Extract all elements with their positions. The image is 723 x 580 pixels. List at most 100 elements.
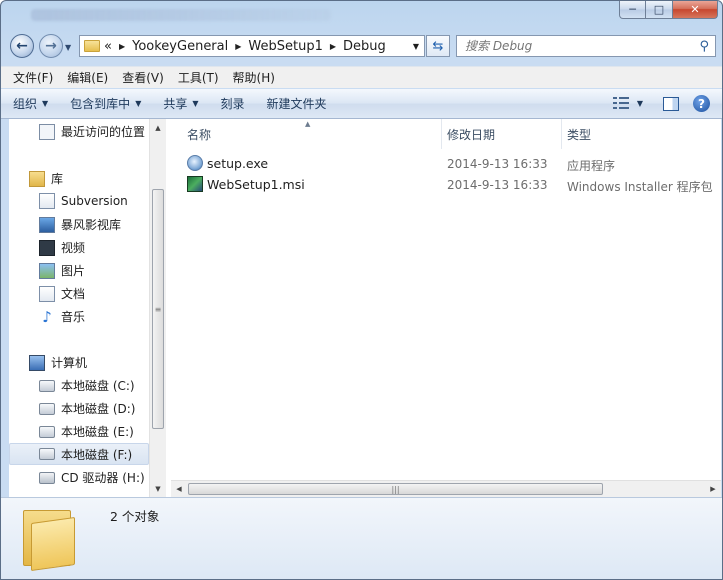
menu-view[interactable]: 查看(V) [122,69,164,86]
scroll-left-icon[interactable]: ◀ [171,481,187,497]
explorer-window: ─ □ ✕ ← → ▼ « ▶ YookeyGeneral ▶ WebSetup… [0,0,723,580]
column-header-label: 名称 [187,127,212,142]
column-header-name[interactable]: 名称 [187,119,437,149]
burn-button[interactable]: 刻录 [221,95,245,112]
address-dropdown-icon[interactable]: ▼ [413,42,419,51]
breadcrumb: « ▶ YookeyGeneral ▶ WebSetup1 ▶ Debug [104,39,386,54]
share-label: 共享 [163,97,188,111]
file-name-cell: WebSetup1.msi [187,176,305,192]
file-row[interactable]: setup.exe 2014-9-13 16:33 应用程序 [171,154,721,174]
menu-tools[interactable]: 工具(T) [178,69,219,86]
file-modified: 2014-9-13 16:33 [447,178,548,192]
column-header-label: 修改日期 [447,127,496,142]
chevron-right-icon[interactable]: ▶ [119,42,125,51]
nav-item-subversion[interactable]: Subversion [39,193,128,209]
scroll-thumb[interactable]: ≡ [152,189,164,429]
column-divider[interactable] [561,119,562,149]
nav-item-drive-d[interactable]: 本地磁盘 (D:) [39,400,135,417]
view-dropdown-icon[interactable]: ▼ [637,99,643,108]
breadcrumb-websetup1[interactable]: WebSetup1 [248,39,322,54]
search-box: ⚲ [456,35,716,57]
nav-item-drive-f[interactable]: 本地磁盘 (F:) [9,443,149,465]
nav-item-videos[interactable]: 视频 [39,239,85,256]
nav-item-recent[interactable]: 最近访问的位置 [39,123,145,140]
drive-icon [39,402,55,415]
nav-item-libraries[interactable]: 库 [29,170,63,187]
scroll-right-icon[interactable]: ▶ [705,481,721,497]
preview-pane-icon[interactable] [663,96,679,111]
document-icon [39,285,55,302]
navigation-pane: 最近访问的位置 库 Subversion 暴风影视库 视频 图片 文档 ♪ 音乐… [9,119,166,497]
menu-bar: 文件(F) 编辑(E) 查看(V) 工具(T) 帮助(H) [1,66,722,88]
file-modified: 2014-9-13 16:33 [447,157,548,171]
file-row[interactable]: WebSetup1.msi 2014-9-13 16:33 Windows In… [171,175,721,195]
nav-item-storm[interactable]: 暴风影视库 [39,216,121,233]
breadcrumb-overflow[interactable]: « [104,39,112,54]
column-header-type[interactable]: 类型 [567,119,717,149]
video-icon [39,239,55,256]
file-type: Windows Installer 程序包 [567,180,713,194]
chevron-down-icon: ▼ [42,99,49,108]
nav-item-music[interactable]: ♪ 音乐 [39,307,85,326]
drive-icon [39,448,55,460]
navigation-row: ← → ▼ « ▶ YookeyGeneral ▶ WebSetup1 ▶ De… [1,32,722,62]
search-input[interactable] [457,38,700,54]
menu-edit[interactable]: 编辑(E) [67,69,108,86]
view-options-icon[interactable] [612,96,629,111]
title-bar[interactable]: ─ □ ✕ [1,1,722,27]
scroll-up-icon[interactable]: ▲ [150,119,166,136]
maximize-button[interactable]: □ [646,1,673,19]
menu-help[interactable]: 帮助(H) [233,69,275,86]
include-in-library-label: 包含到库中 [70,97,131,111]
nav-item-label: CD 驱动器 (H:) [61,471,145,485]
back-button[interactable]: ← [10,34,34,58]
close-button[interactable]: ✕ [673,1,718,19]
nav-item-drive-e[interactable]: 本地磁盘 (E:) [39,423,134,440]
item-count: 2 个对象 [110,509,160,524]
minimize-button[interactable]: ─ [619,1,646,19]
forward-button[interactable]: → [39,34,63,58]
nav-item-label: 本地磁盘 (E:) [61,425,134,439]
menu-file[interactable]: 文件(F) [13,69,53,86]
nav-item-label: 本地磁盘 (F:) [61,447,133,462]
help-icon[interactable]: ? [693,95,710,112]
search-icon[interactable]: ⚲ [699,39,709,54]
chevron-down-icon: ▼ [135,99,142,108]
nav-item-pictures[interactable]: 图片 [39,262,85,279]
nav-item-documents[interactable]: 文档 [39,285,85,302]
nav-vertical-scrollbar[interactable]: ▲ ≡ ▼ [149,119,166,497]
scroll-down-icon[interactable]: ▼ [150,480,166,497]
nav-item-label: 本地磁盘 (D:) [61,402,136,416]
breadcrumb-yookeygeneral[interactable]: YookeyGeneral [132,39,228,54]
breadcrumb-debug[interactable]: Debug [343,39,386,54]
file-name-cell: setup.exe [187,155,268,171]
nav-item-computer[interactable]: 计算机 [29,354,87,371]
system-drive-icon [39,379,55,392]
address-bar[interactable]: « ▶ YookeyGeneral ▶ WebSetup1 ▶ Debug ▼ [79,35,425,57]
recent-pages-dropdown[interactable]: ▼ [65,43,71,52]
nav-item-drive-c[interactable]: 本地磁盘 (C:) [39,377,135,394]
file-horizontal-scrollbar[interactable]: ◀ ||| ▶ [171,480,721,497]
include-in-library-button[interactable]: 包含到库中 ▼ [70,95,141,112]
organize-button[interactable]: 组织 ▼ [13,95,48,112]
column-header-modified[interactable]: 修改日期 [447,119,557,149]
nav-item-drive-h[interactable]: CD 驱动器 (H:) [39,469,145,486]
nav-item-label: 文档 [61,287,86,301]
exe-icon [187,155,203,171]
share-button[interactable]: 共享 ▼ [163,95,198,112]
column-header-label: 类型 [567,127,592,142]
chevron-down-icon: ▼ [192,99,199,108]
blurred-title [31,9,331,21]
music-note-icon: ♪ [42,307,52,326]
new-folder-button[interactable]: 新建文件夹 [267,95,327,112]
recent-places-icon [39,123,55,140]
nav-item-label: 最近访问的位置 [61,125,146,139]
chevron-right-icon[interactable]: ▶ [235,42,241,51]
computer-icon [29,354,45,371]
nav-item-label: 视频 [61,241,86,255]
column-divider[interactable] [441,119,442,149]
refresh-button[interactable]: ⇆ [426,35,450,57]
scroll-thumb[interactable]: ||| [188,483,603,495]
arrow-left-icon: ← [16,38,28,54]
chevron-right-icon[interactable]: ▶ [330,42,336,51]
